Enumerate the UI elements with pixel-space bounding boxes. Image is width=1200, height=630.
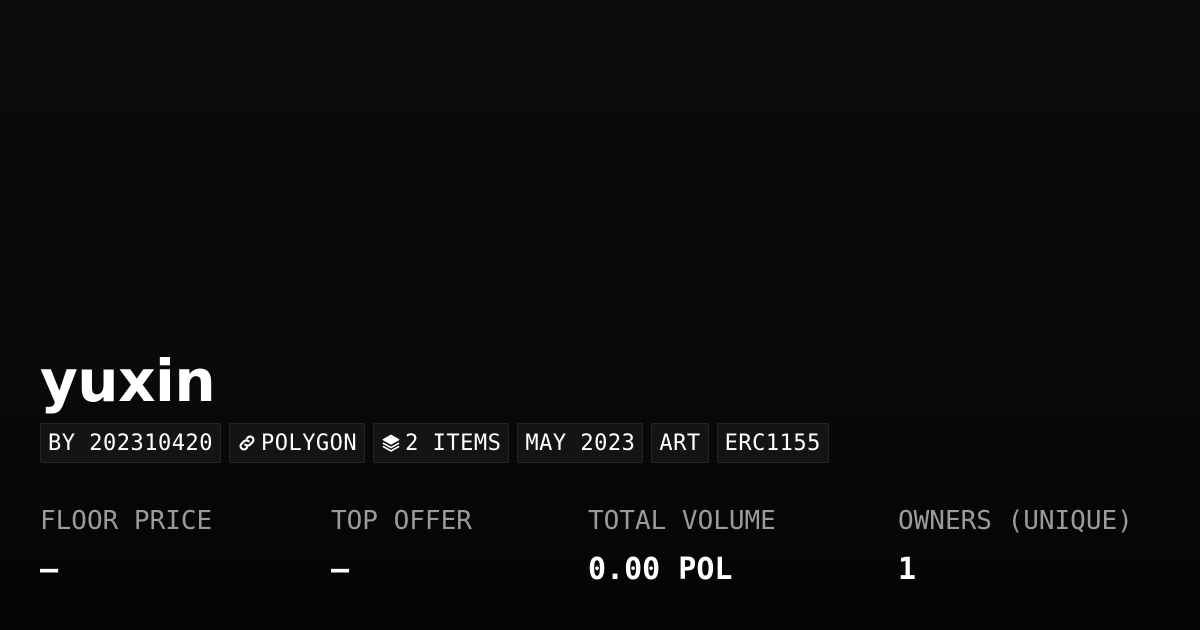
- floor-price-stat: FLOOR PRICE –: [40, 500, 212, 598]
- tag-row: BY 202310420 POLYGON 2 ITEMS MAY 2023 AR…: [40, 423, 829, 463]
- owners-label: OWNERS (UNIQUE): [898, 506, 1133, 536]
- collection-title: yuxin: [40, 347, 216, 415]
- chain-link-icon: [237, 433, 257, 453]
- owners-stat: OWNERS (UNIQUE) 1: [898, 500, 1133, 598]
- standard-tag-label: ERC1155: [724, 430, 821, 456]
- total-volume-value: 0.00 POL: [588, 552, 733, 587]
- chain-tag-label: POLYGON: [260, 430, 358, 456]
- owners-value: 1: [898, 552, 917, 587]
- top-offer-value: –: [331, 552, 350, 587]
- date-tag[interactable]: MAY 2023: [517, 423, 644, 463]
- collection-card: yuxin BY 202310420 POLYGON 2 ITEMS MAY 2…: [0, 0, 1200, 630]
- category-tag-label: ART: [659, 430, 701, 456]
- total-volume-label: TOTAL VOLUME: [588, 506, 776, 536]
- category-tag[interactable]: ART: [651, 423, 709, 463]
- creator-tag-label: BY 202310420: [48, 430, 213, 456]
- date-tag-label: MAY 2023: [525, 430, 636, 456]
- standard-tag[interactable]: ERC1155: [716, 423, 829, 463]
- total-volume-stat: TOTAL VOLUME 0.00 POL: [588, 500, 776, 598]
- top-offer-stat: TOP OFFER –: [331, 500, 472, 598]
- layers-icon: [381, 433, 401, 453]
- top-offer-label: TOP OFFER: [331, 506, 472, 536]
- items-tag[interactable]: 2 ITEMS: [373, 423, 510, 463]
- creator-tag[interactable]: BY 202310420: [40, 423, 221, 463]
- floor-price-value: –: [40, 552, 59, 587]
- stats-row: FLOOR PRICE – TOP OFFER – TOTAL VOLUME 0…: [0, 500, 1200, 610]
- chain-tag[interactable]: POLYGON: [228, 423, 366, 463]
- items-tag-label: 2 ITEMS: [405, 430, 502, 456]
- floor-price-label: FLOOR PRICE: [40, 506, 213, 536]
